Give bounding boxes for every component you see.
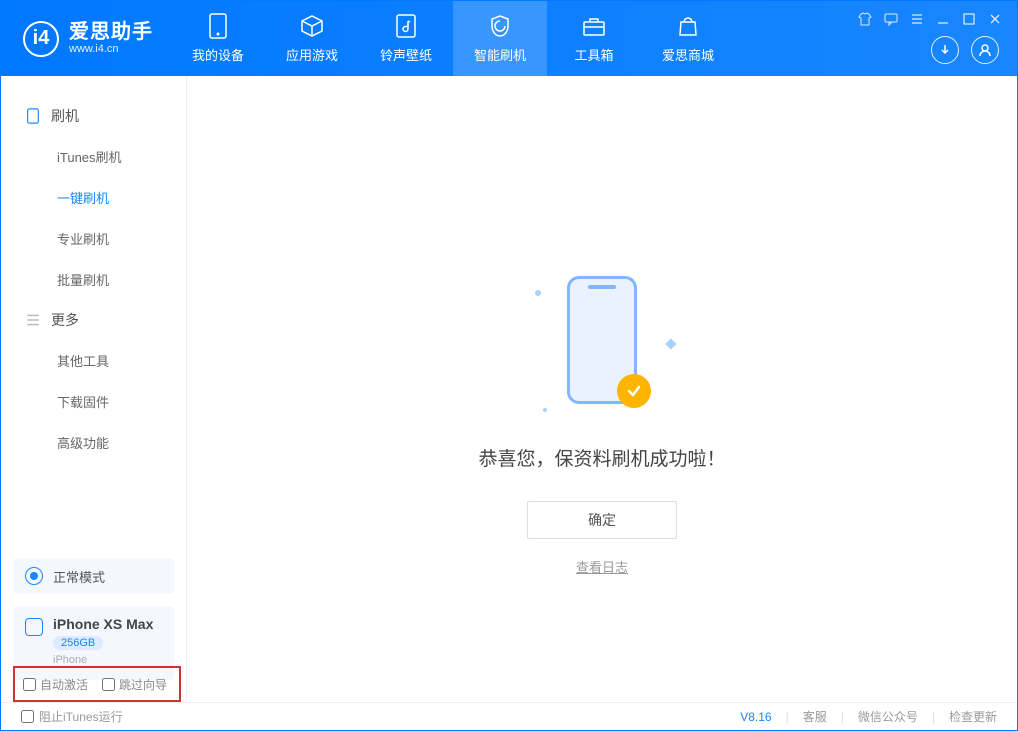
device-mode[interactable]: 正常模式 xyxy=(13,558,174,594)
skip-guide-input[interactable] xyxy=(102,678,115,691)
app-logo: i4 爱思助手 www.i4.cn xyxy=(1,21,171,57)
menu-icon[interactable] xyxy=(909,11,925,27)
tab-ringtone[interactable]: 铃声壁纸 xyxy=(359,1,453,76)
tshirt-icon[interactable] xyxy=(857,11,873,27)
content-area: 恭喜您，保资料刷机成功啦！ 确定 查看日志 xyxy=(187,76,1017,702)
minimize-button[interactable] xyxy=(935,11,951,27)
mode-indicator-icon xyxy=(25,567,43,585)
sidebar-item-other-tools[interactable]: 其他工具 xyxy=(1,340,186,381)
sparkle-icon xyxy=(543,408,547,412)
sidebar-group-flash: 刷机 xyxy=(1,96,186,136)
list-icon xyxy=(25,312,41,328)
toolbox-icon xyxy=(581,13,607,39)
options-highlight-box: 自动激活 跳过向导 xyxy=(13,666,181,702)
sidebar-item-advanced[interactable]: 高级功能 xyxy=(1,422,186,463)
mode-label: 正常模式 xyxy=(53,567,105,586)
header: i4 爱思助手 www.i4.cn 我的设备 应用游戏 xyxy=(1,1,1017,76)
tab-flash[interactable]: 智能刷机 xyxy=(453,1,547,76)
logo-icon: i4 xyxy=(23,21,59,57)
skip-guide-checkbox[interactable]: 跳过向导 xyxy=(102,676,167,693)
sidebar: 刷机 iTunes刷机 一键刷机 专业刷机 批量刷机 更多 其他工具 下载固件 … xyxy=(1,76,187,702)
sparkle-icon xyxy=(535,290,541,296)
cube-icon xyxy=(299,13,325,39)
device-name: iPhone XS Max xyxy=(53,616,153,632)
user-button[interactable] xyxy=(971,36,999,64)
bag-icon xyxy=(675,13,701,39)
window-controls xyxy=(857,11,1003,27)
version-label[interactable]: V8.16 xyxy=(740,710,771,724)
sidebar-item-download-firmware[interactable]: 下载固件 xyxy=(1,381,186,422)
auto-activate-input[interactable] xyxy=(23,678,36,691)
check-badge-icon xyxy=(617,374,651,408)
main-body: 刷机 iTunes刷机 一键刷机 专业刷机 批量刷机 更多 其他工具 下载固件 … xyxy=(1,76,1017,702)
download-button[interactable] xyxy=(931,36,959,64)
device-phone-icon xyxy=(25,618,43,636)
phone-icon xyxy=(25,108,41,124)
feedback-icon[interactable] xyxy=(883,11,899,27)
ok-button[interactable]: 确定 xyxy=(527,501,677,539)
shield-icon xyxy=(487,13,513,39)
footer: 阻止iTunes运行 V8.16 | 客服 | 微信公众号 | 检查更新 xyxy=(1,702,1017,730)
success-message: 恭喜您，保资料刷机成功啦！ xyxy=(478,444,725,471)
app-window: i4 爱思助手 www.i4.cn 我的设备 应用游戏 xyxy=(0,0,1018,731)
sparkle-icon xyxy=(665,338,676,349)
close-button[interactable] xyxy=(987,11,1003,27)
device-icon xyxy=(205,13,231,39)
tab-apps[interactable]: 应用游戏 xyxy=(265,1,359,76)
tab-store[interactable]: 爱思商城 xyxy=(641,1,735,76)
app-subtitle: www.i4.cn xyxy=(69,43,153,55)
device-type: iPhone xyxy=(53,654,153,666)
device-capacity: 256GB xyxy=(53,636,103,650)
app-title: 爱思助手 xyxy=(69,21,153,43)
sidebar-item-itunes-flash[interactable]: iTunes刷机 xyxy=(1,136,186,177)
sidebar-item-batch-flash[interactable]: 批量刷机 xyxy=(1,259,186,300)
tab-toolbox[interactable]: 工具箱 xyxy=(547,1,641,76)
music-icon xyxy=(393,13,419,39)
support-link[interactable]: 客服 xyxy=(803,708,827,725)
auto-activate-checkbox[interactable]: 自动激活 xyxy=(23,676,88,693)
block-itunes-label: 阻止iTunes运行 xyxy=(39,708,123,725)
sidebar-group-more: 更多 xyxy=(1,300,186,340)
view-log-link[interactable]: 查看日志 xyxy=(576,557,628,576)
maximize-button[interactable] xyxy=(961,11,977,27)
sidebar-item-oneclick-flash[interactable]: 一键刷机 xyxy=(1,177,186,218)
tab-my-device[interactable]: 我的设备 xyxy=(171,1,265,76)
block-itunes-checkbox[interactable] xyxy=(21,710,34,723)
header-actions xyxy=(931,36,999,64)
success-illustration xyxy=(557,276,647,416)
main-tabs: 我的设备 应用游戏 铃声壁纸 智能刷机 xyxy=(171,1,735,76)
sidebar-item-pro-flash[interactable]: 专业刷机 xyxy=(1,218,186,259)
check-update-link[interactable]: 检查更新 xyxy=(949,708,997,725)
wechat-link[interactable]: 微信公众号 xyxy=(858,708,918,725)
